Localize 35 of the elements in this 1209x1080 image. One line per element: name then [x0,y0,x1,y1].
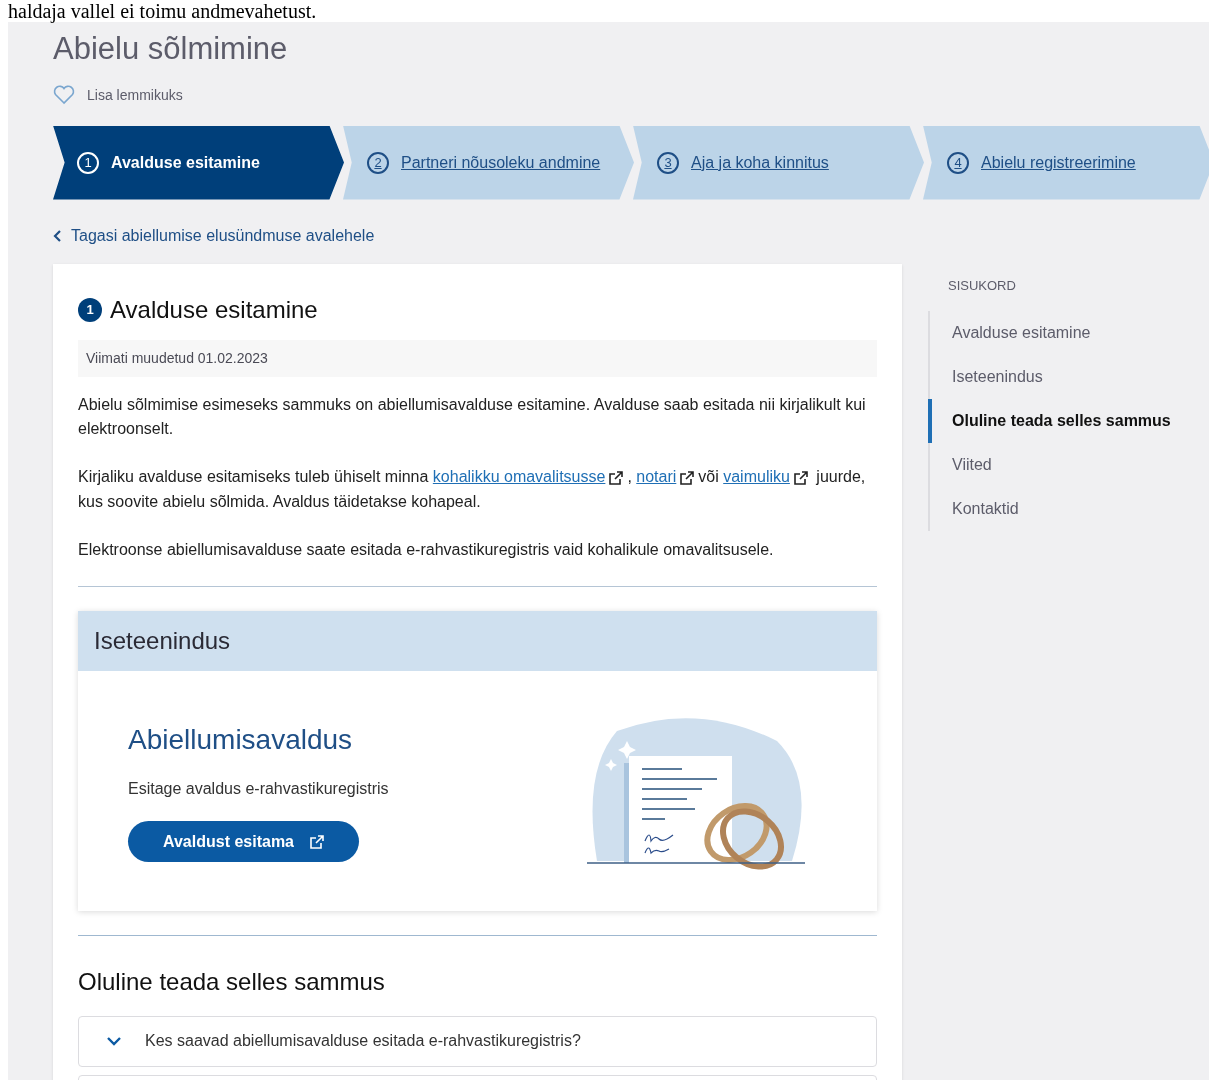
service-title: Abiellumisavaldus [128,723,354,757]
step-tab[interactable]: 1 Avalduse esitamine [53,125,344,200]
accordion-item[interactable]: Kes saavad abiellumisavalduse esitada e-rahvastikuregistris? [78,1015,877,1067]
chevron-down-icon [107,1036,121,1046]
paragraph: Kirjaliku avalduse esitamiseks tuleb ühiselt minna kohalikku omavalitsusse , notari või vaimuliku juurde, kus soovite abielu sõlmida. Avaldus täidetakse kohapeal. [78,466,867,512]
toc-link[interactable]: Oluline teada selles sammus [928,399,1188,443]
favorite-button[interactable]: Lisa lemmikuks [53,84,183,106]
toc-link[interactable]: Iseteenindus [928,355,1188,399]
external-link[interactable]: kohalikku omavalitsusse [432,467,606,485]
step-tab[interactable]: 2 Partneri nõusoleku andmine [343,125,634,200]
paragraph: Abielu sõlmimise esimeseks sammuks on abiellumisavalduse esitamine. Avalduse saab esitada nii kirjalikult kui elektroonselt. [78,394,867,439]
external-link-icon [609,471,624,486]
external-link-icon [680,471,695,486]
external-link-icon [793,471,808,486]
back-link[interactable]: Tagasi abiellumise elusündmuse avalehele [53,223,375,248]
section-title: Oluline teada selles sammus [78,966,386,997]
external-link[interactable]: vaimuliku [723,467,790,485]
toc-link[interactable]: Avalduse esitamine [928,311,1188,355]
step-tab[interactable]: 3 Aja ja koha kinnitus [633,125,924,200]
external-link-icon [310,835,324,850]
step-number-badge: 1 [78,297,102,322]
step-tab[interactable]: 4 Abielu registreerimine [923,125,1209,200]
submit-application-button[interactable]: Avaldust esitama [128,821,359,862]
page-title: Abielu sõlmimine [53,30,288,68]
last-modified-text: Viimati muudetud 01.02.2023 [78,339,877,377]
chevron-left-icon [53,229,63,242]
external-link[interactable]: notari [636,467,677,485]
toc-link[interactable]: Kontaktid [928,487,1188,531]
card-header: Iseteenindus [78,610,877,671]
section-title: Avalduse esitamine [110,294,318,325]
toc-link[interactable]: Viited [928,443,1188,487]
toc-heading: SISUKORD [947,276,1017,295]
note-text: haldaja vallel ei toimu andmevahetust. [7,0,318,22]
paragraph: Elektroonse abiellumisavalduse saate esitada e-rahvastikuregistris vaid kohalikule omavalitsusele. [78,539,775,560]
service-description: Esitage avaldus e-rahvastikuregistris [128,779,389,799]
